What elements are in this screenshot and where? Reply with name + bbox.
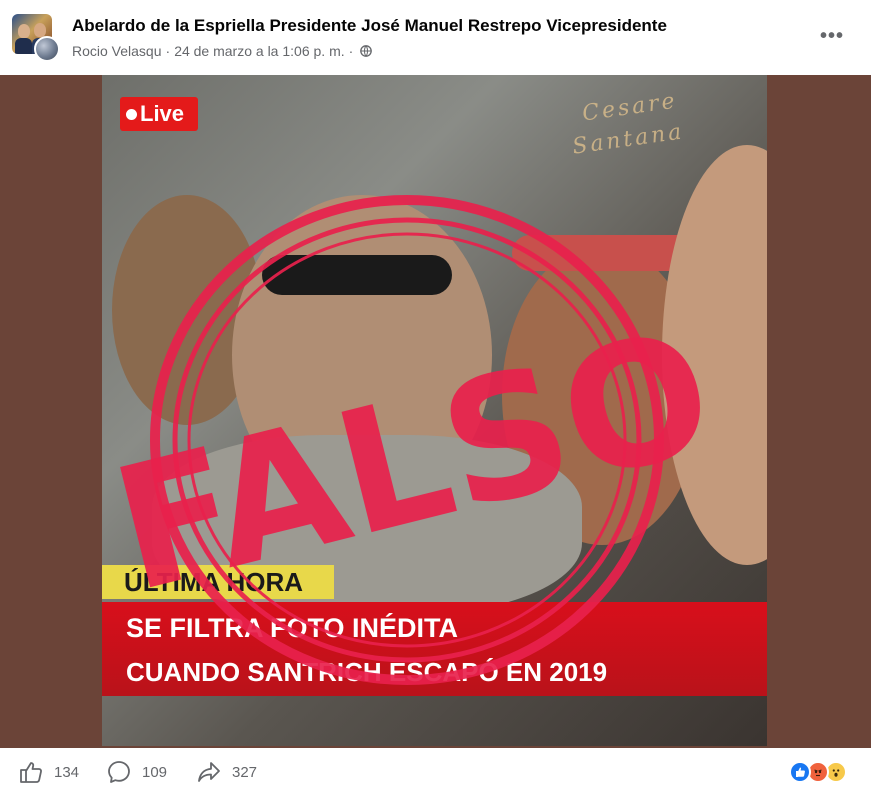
page-name-link[interactable]: Abelardo de la Espriella Presidente José…: [72, 16, 667, 36]
post-image[interactable]: Live Cesare Santana ÚLTIMA HORA SE FILTR…: [102, 75, 767, 746]
globe-icon[interactable]: [360, 45, 373, 57]
author-avatar[interactable]: [34, 36, 60, 62]
post-header: Abelardo de la Espriella Presidente José…: [0, 0, 871, 75]
post-timestamp[interactable]: 24 de marzo a la 1:06 p. m.: [174, 43, 344, 59]
comment-count: 109: [142, 763, 168, 781]
page-avatar[interactable]: [12, 14, 60, 62]
thumbs-up-icon: [20, 762, 42, 783]
comment-button[interactable]: 109: [106, 759, 167, 785]
author-link[interactable]: Rocio Velasqu: [72, 43, 162, 59]
like-reaction-icon: [789, 761, 811, 783]
share-button[interactable]: 327: [196, 759, 257, 785]
post-actions: 134 109 327: [0, 748, 871, 797]
meta-separator-2: ·: [348, 43, 354, 59]
like-count: 134: [54, 763, 80, 781]
share-count: 327: [232, 763, 258, 781]
post-meta: Rocio Velasqu · 24 de marzo a la 1:06 p.…: [72, 43, 373, 59]
falso-stamp: FALSO: [102, 195, 730, 685]
like-button[interactable]: 134: [18, 759, 79, 785]
meta-separator: ·: [165, 43, 171, 59]
share-icon: [198, 762, 220, 782]
reaction-summary[interactable]: [789, 761, 859, 785]
comment-icon: [108, 761, 130, 783]
more-options-button[interactable]: •••: [820, 24, 850, 48]
